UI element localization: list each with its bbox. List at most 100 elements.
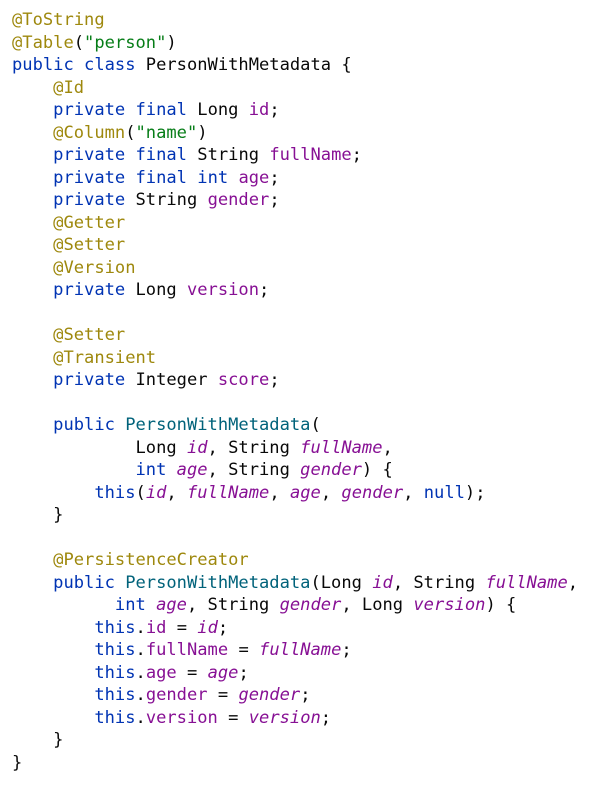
code-line: this.age = age;	[12, 662, 614, 685]
code-token-plain: (	[125, 122, 136, 143]
code-token-annotation: @Id	[53, 77, 85, 98]
code-token-field: id	[145, 617, 167, 638]
code-token-param: age	[156, 595, 187, 615]
code-line: this.version = version;	[12, 707, 614, 730]
code-line: this(id, fullName, age, gender, null);	[12, 482, 614, 505]
code-token-keyword: this	[94, 662, 136, 683]
code-token-keyword: int	[135, 460, 167, 480]
code-line: @Column("name")	[12, 122, 614, 145]
code-token-field: age	[238, 167, 270, 188]
code-token-plain: , String	[207, 460, 301, 480]
code-token-plain: )	[197, 122, 208, 143]
code-token-field: version	[145, 707, 218, 728]
code-token-plain: ,	[403, 482, 424, 503]
code-token-plain: ;	[341, 640, 352, 660]
code-token-plain: }	[12, 752, 23, 773]
code-line: this.fullName = fullName;	[12, 639, 614, 662]
code-token-plain: =	[176, 662, 208, 683]
code-token-plain: ,	[567, 572, 579, 593]
code-token-plain: ;	[300, 685, 311, 705]
code-line: @Setter	[12, 324, 614, 347]
code-token-annotation: @Getter	[53, 212, 126, 233]
code-token-keyword: private	[53, 100, 126, 120]
code-line: int age, String gender) {	[12, 459, 614, 482]
code-token-keyword: null	[423, 482, 465, 503]
code-token-annotation: @Transient	[53, 347, 157, 368]
code-line: Long id, String fullName,	[12, 437, 614, 460]
code-token-plain: )	[166, 32, 177, 53]
code-token-plain: (	[310, 415, 321, 435]
code-token-plain: ,	[166, 482, 187, 503]
code-line: @ToString	[12, 9, 614, 32]
code-line: @Getter	[12, 212, 614, 235]
code-token-keyword: this	[94, 685, 136, 705]
code-line: }	[12, 729, 614, 752]
code-token-param: age	[207, 662, 239, 683]
code-token-annotation: @Table	[12, 32, 74, 53]
code-line: private final Long id;	[12, 99, 614, 122]
code-token-param: fullName	[485, 572, 568, 593]
code-line: private final int age;	[12, 167, 614, 190]
code-line: @Version	[12, 257, 614, 280]
code-token-plain: , String	[207, 437, 301, 458]
code-line: @PersistenceCreator	[12, 549, 614, 572]
code-line: @Transient	[12, 347, 614, 370]
code-token-param: id	[186, 437, 208, 458]
code-token-param: id	[372, 572, 393, 593]
code-token-annotation: @Setter	[53, 325, 126, 345]
code-token-plain: ;	[351, 145, 362, 165]
code-token-plain: String	[125, 190, 208, 210]
code-token-param: fullName	[300, 437, 383, 458]
code-token-annotation: @ToString	[12, 10, 105, 30]
code-token-keyword: private	[53, 167, 126, 188]
code-token-annotation: @Column	[53, 122, 126, 143]
code-line: public PersonWithMetadata(	[12, 414, 614, 437]
code-token-plain: ,	[269, 482, 290, 503]
code-token-plain: ) {	[361, 460, 393, 480]
code-token-param: gender	[300, 460, 362, 480]
code-line: @Table("person")	[12, 32, 614, 55]
code-token-plain: ,	[382, 437, 393, 458]
code-token-keyword: this	[94, 617, 136, 638]
code-token-keyword: private	[53, 370, 126, 390]
code-token-plain: (Long	[310, 572, 373, 593]
code-token-plain: ;	[269, 190, 280, 210]
code-token-field: age	[145, 662, 177, 683]
code-editor[interactable]: @ToString @Table("person") public class Pe…	[12, 9, 614, 774]
code-token-plain: Integer	[125, 370, 218, 390]
code-token-annotation: @Version	[53, 257, 136, 278]
code-token-annotation: @Setter	[53, 235, 126, 255]
code-token-param: id	[197, 617, 218, 638]
code-token-param: gender	[341, 482, 404, 503]
code-token-plain: ;	[238, 662, 249, 683]
code-token-plain: ;	[269, 370, 280, 390]
code-token-plain: }	[12, 730, 64, 750]
code-token-param: age	[289, 482, 321, 503]
code-token-keyword: public	[53, 572, 115, 593]
code-token-string: "person"	[84, 32, 167, 53]
code-token-plain: .	[135, 685, 146, 705]
code-token-field: id	[248, 100, 270, 120]
code-line: private Integer score;	[12, 369, 614, 392]
code-line: this.id = id;	[12, 617, 614, 640]
code-token-plain: , String	[186, 595, 280, 615]
